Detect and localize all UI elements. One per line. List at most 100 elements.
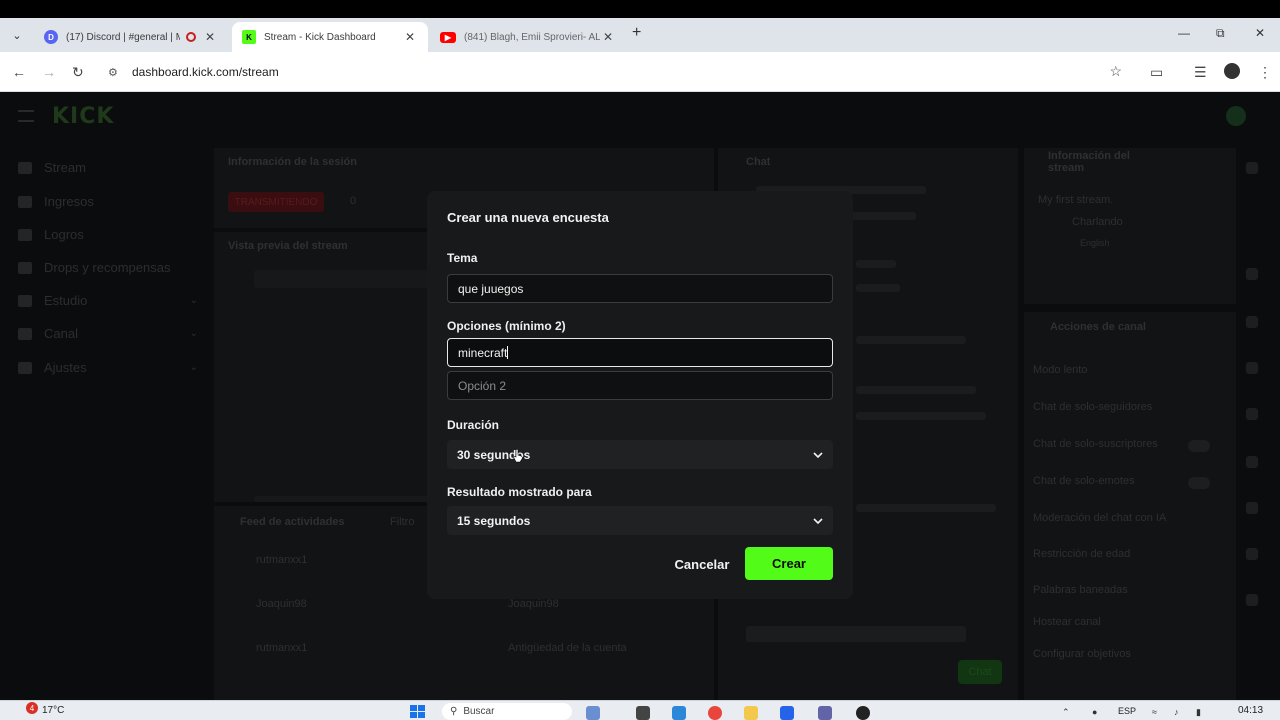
channel-action-item[interactable]: Moderación del chat con IA — [1033, 512, 1183, 524]
toggle-switch[interactable] — [1188, 440, 1210, 452]
volume-icon[interactable]: ♪ — [1174, 707, 1179, 717]
windows-start-icon[interactable] — [410, 705, 426, 719]
chat-message — [856, 386, 976, 394]
menu-dots-icon[interactable]: ⋮ — [1258, 64, 1272, 81]
result-duration-select[interactable]: 15 segundos — [447, 506, 833, 535]
rail-icon[interactable] — [1246, 316, 1258, 328]
sidebar-item-canal[interactable]: Canal ⌄ — [18, 326, 198, 341]
close-icon[interactable]: ✕ — [402, 30, 418, 44]
sidebar-item-label: Stream — [44, 160, 86, 175]
duration-label: Duración — [447, 418, 500, 432]
chevron-down-icon — [813, 517, 823, 524]
close-window-icon[interactable]: ✕ — [1255, 26, 1265, 40]
sidebar-item-logros[interactable]: Logros — [18, 227, 198, 242]
topic-input[interactable]: que juuegos — [447, 274, 833, 303]
sidebar-item-stream[interactable]: Stream — [18, 160, 198, 175]
store-icon[interactable] — [780, 706, 794, 720]
channel-action-item[interactable]: Chat de solo-emotes — [1033, 475, 1135, 487]
chevron-down-icon[interactable]: ⌄ — [6, 25, 28, 45]
sidebar-item-estudio[interactable]: Estudio ⌄ — [18, 293, 198, 308]
chat-message — [856, 412, 986, 420]
topic-input-value: que juuegos — [458, 281, 524, 296]
channel-action-item[interactable]: Chat de solo-suscriptores — [1033, 438, 1158, 450]
option-1-value: minecraft — [458, 345, 508, 360]
tab-title: (841) Blagh, Emii Sprovieri- ALA — [464, 31, 600, 43]
create-poll-modal: Crear una nueva encuesta Tema que juuego… — [427, 191, 853, 599]
new-tab-icon[interactable]: + — [632, 24, 641, 42]
restore-icon[interactable]: ⧉ — [1216, 26, 1225, 41]
sidebar-item-ingresos[interactable]: Ingresos — [18, 194, 198, 209]
kick-logo: KICK — [52, 104, 115, 129]
taskbar-app-icon[interactable] — [636, 706, 650, 720]
activity-filter[interactable]: Filtro — [390, 516, 414, 528]
channel-action-item[interactable]: Restricción de edad — [1033, 548, 1130, 560]
close-icon[interactable]: ✕ — [600, 30, 616, 44]
forward-icon[interactable]: → — [42, 64, 56, 80]
teams-icon[interactable] — [818, 706, 832, 720]
tab-discord[interactable]: D (17) Discord | #general | Ma ✕ — [34, 22, 228, 52]
channel-actions-title: Acciones de canal — [1050, 321, 1146, 333]
chat-message — [856, 336, 966, 344]
rail-icon[interactable] — [1246, 502, 1258, 514]
chevron-down-icon — [813, 451, 823, 458]
sidebar-item-ajustes[interactable]: Ajustes ⌄ — [18, 360, 198, 375]
cancel-button[interactable]: Cancelar — [667, 549, 737, 579]
result-label: Resultado mostrado para — [447, 485, 592, 499]
chat-send-button[interactable]: Chat — [958, 660, 1002, 684]
option-2-input[interactable]: Opción 2 — [447, 371, 833, 400]
media-control-icon[interactable]: ☰ — [1194, 64, 1207, 81]
clock[interactable]: 04:13 — [1238, 705, 1263, 716]
rail-icon[interactable] — [1246, 362, 1258, 374]
trophy-icon — [18, 228, 32, 241]
rail-icon[interactable] — [1246, 268, 1258, 280]
taskbar-app-icon[interactable] — [586, 706, 600, 720]
taskbar-search[interactable]: ⚲ Buscar — [442, 703, 572, 720]
tab-kick-dashboard[interactable]: K Stream - Kick Dashboard ✕ — [232, 22, 428, 52]
channel-action-item[interactable]: Modo lento — [1033, 364, 1087, 376]
hamburger-menu-icon[interactable] — [18, 110, 34, 122]
rail-icon[interactable] — [1246, 162, 1258, 174]
bookmark-star-icon[interactable]: ☆ — [1109, 63, 1122, 80]
channel-action-item[interactable]: Palabras baneadas — [1033, 584, 1128, 596]
browser-toolbar: ← → ↻ ⚙ dashboard.kick.com/stream ☆ ▭ ☰ … — [0, 52, 1280, 92]
tray-chevron-icon[interactable]: ⌃ — [1062, 707, 1070, 718]
rail-icon[interactable] — [1246, 548, 1258, 560]
sidebar-item-drops[interactable]: Drops y recompensas — [18, 260, 198, 275]
reload-icon[interactable]: ↻ — [72, 64, 84, 81]
chat-message — [856, 260, 896, 268]
viewer-count: 0 — [350, 195, 357, 207]
battery-icon[interactable]: ▮ — [1196, 707, 1201, 718]
taskbar-search-placeholder: Buscar — [463, 706, 495, 717]
back-icon[interactable]: ← — [12, 64, 26, 80]
settings-icon — [18, 361, 32, 374]
site-info-icon[interactable]: ⚙ — [108, 66, 124, 79]
extensions-icon[interactable]: ▭ — [1150, 64, 1163, 81]
option-1-input[interactable]: minecraft — [447, 338, 833, 367]
activity-user: Joaquin98 — [256, 598, 307, 610]
channel-action-item[interactable]: Chat de solo-seguidores — [1033, 401, 1152, 413]
tab-youtube[interactable]: ▶ (841) Blagh, Emii Sprovieri- ALA ✕ — [430, 22, 626, 52]
create-button[interactable]: Crear — [745, 547, 833, 580]
rail-icon[interactable] — [1246, 456, 1258, 468]
chat-input[interactable] — [746, 626, 966, 642]
url-text: dashboard.kick.com/stream — [132, 65, 279, 79]
close-icon[interactable]: ✕ — [202, 30, 218, 44]
profile-avatar[interactable] — [1224, 63, 1240, 79]
wifi-icon[interactable]: ≈ — [1152, 707, 1157, 717]
rail-icon[interactable] — [1246, 408, 1258, 420]
channel-action-item[interactable]: Hostear canal — [1033, 616, 1101, 628]
toggle-switch[interactable] — [1188, 477, 1210, 489]
file-explorer-icon[interactable] — [744, 706, 758, 720]
language-indicator[interactable]: ESP — [1118, 706, 1136, 716]
channel-action-item[interactable]: Configurar objetivos — [1033, 648, 1131, 660]
weather-widget[interactable]: 17°C — [42, 705, 64, 716]
minimize-icon[interactable]: — — [1178, 26, 1190, 40]
address-bar[interactable]: ⚙ dashboard.kick.com/stream ☆ — [100, 58, 1140, 86]
taskbar-app-icon[interactable] — [672, 706, 686, 720]
rail-icon[interactable] — [1246, 594, 1258, 606]
obs-icon[interactable] — [856, 706, 870, 720]
chrome-icon[interactable] — [708, 706, 722, 720]
duration-select[interactable]: 30 segundos — [447, 440, 833, 469]
avatar[interactable] — [1226, 106, 1246, 126]
tray-icon[interactable]: ● — [1092, 707, 1097, 717]
